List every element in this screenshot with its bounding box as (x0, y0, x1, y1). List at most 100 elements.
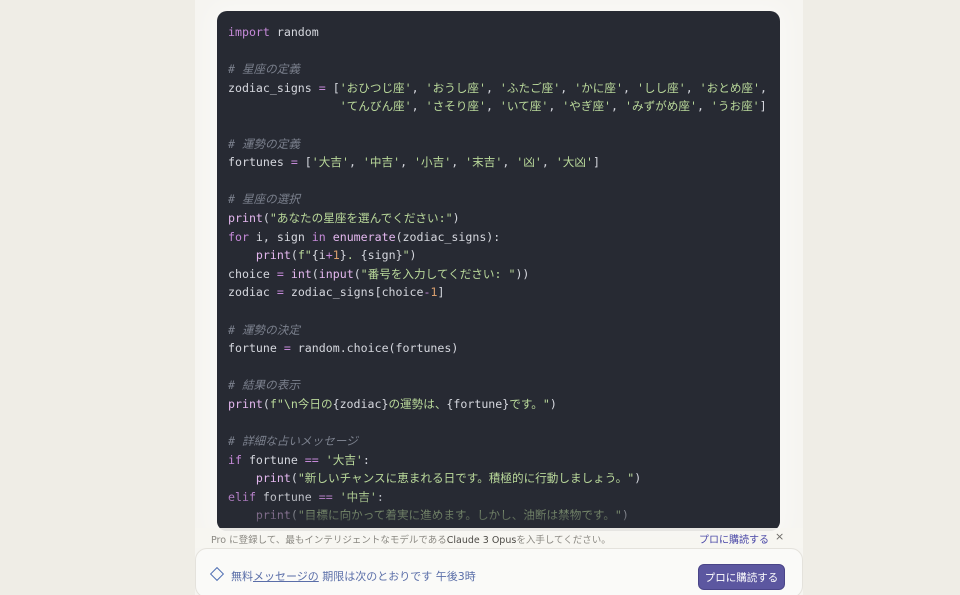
code-line: # 結果の表示 (228, 376, 767, 395)
code-token: fortune (241, 452, 305, 467)
code-token: + (325, 248, 333, 263)
code-token: "新しいチャンスに恵まれる日です。積極的に行動しましょう。" (297, 471, 635, 486)
code-token: # 運勢の定義 (228, 136, 300, 151)
code-token: )) (515, 266, 530, 281)
code-token: ] (437, 285, 445, 300)
code-token: print (255, 248, 291, 263)
code-token: です。" (509, 396, 550, 411)
code-token: ( (262, 210, 270, 225)
code-token: 'おひつじ座' (339, 80, 412, 95)
code-token: input (318, 266, 354, 281)
code-token: '中吉' (339, 489, 377, 504)
code-token: zodiac_signs[choice (283, 285, 424, 300)
code-token: (zodiac_signs): (395, 229, 501, 244)
code-token: for (228, 229, 249, 244)
code-line: if fortune == '大吉': (228, 451, 767, 470)
code-token: ) (549, 396, 557, 411)
pro-banner-message: Pro に登録して、最もインテリジェントなモデルであるClaude 3 Opus… (211, 532, 611, 546)
code-token: , (696, 99, 711, 114)
diamond-info-icon (209, 566, 225, 582)
code-token: enumerate (332, 229, 396, 244)
code-line: # 運勢の定義 (228, 135, 767, 154)
code-line: import random (228, 23, 767, 42)
code-line: fortunes = ['大吉', '中吉', '小吉', '末吉', '凶',… (228, 153, 767, 172)
pro-upgrade-banner: Pro に登録して、最もインテリジェントなモデルであるClaude 3 Opus… (195, 528, 803, 548)
code-token: {sign} (360, 248, 403, 263)
code-token: , (548, 99, 563, 114)
code-block: import random # 星座の定義 zodiac_signs = ['おひ… (217, 11, 780, 531)
code-token: , (485, 80, 500, 95)
code-token: ) (409, 248, 417, 263)
code-token: if (228, 452, 242, 467)
code-token: "番号を入力してください: " (360, 266, 516, 281)
code-token: = (276, 285, 284, 300)
code-token: in (311, 229, 326, 244)
subscribe-pro-link[interactable]: プロに購読する (699, 531, 769, 546)
code-token: fortune (255, 489, 319, 504)
code-token: choice (228, 266, 277, 281)
code-token: ) (452, 210, 460, 225)
code-token: ( (290, 248, 298, 263)
messages-link[interactable]: メッセージの (253, 570, 319, 583)
code-token: , (622, 80, 637, 95)
code-token: , (541, 155, 556, 170)
code-line: elif fortune == '中吉': (228, 488, 767, 507)
code-line: zodiac = zodiac_signs[choice-1] (228, 283, 767, 302)
code-token: {zodiac} (332, 396, 389, 411)
code-token: f" (297, 248, 312, 263)
code-token: 'さそり座' (425, 99, 486, 114)
notice-text: 無料メッセージの 期限は次のとおりです 午後3時 (231, 568, 476, 584)
code-line: print("目標に向かって着実に進めます。しかし、油断は禁物です。") (228, 506, 767, 525)
code-token: 'うお座' (710, 99, 760, 114)
code-token: import (228, 25, 270, 39)
code-token: ] (759, 99, 767, 114)
code-token: '凶' (516, 155, 542, 170)
code-line: print(f"{i+1}. {sign}") (228, 246, 767, 265)
code-token: {fortune} (446, 396, 510, 411)
notice-free: 無料 (231, 570, 253, 583)
code-token: "あなたの星座を選んでください:" (269, 210, 453, 225)
code-token: {i (311, 248, 326, 263)
code-token: , (560, 80, 575, 95)
code-token: print (255, 508, 291, 523)
code-token: print (228, 396, 263, 411)
code-token: # 詳細な占いメッセージ (228, 434, 358, 449)
code-token: " (402, 248, 410, 263)
code-token: 'しし座' (636, 80, 686, 95)
code-token: , (685, 80, 700, 95)
code-token: fortune (228, 341, 284, 356)
free-message-notice: 無料メッセージの 期限は次のとおりです 午後3時 プロに購読する (195, 548, 803, 595)
code-token: [ (297, 155, 312, 170)
code-token: fortunes (228, 155, 291, 170)
code-line: 'てんびん座', 'さそり座', 'いて座', 'やぎ座', 'みずがめ座', … (228, 97, 767, 116)
code-token: ( (262, 396, 270, 411)
code-token: ( (353, 266, 361, 281)
code-token: , (760, 80, 767, 95)
code-token: f"\n今日の (269, 396, 333, 411)
code-token: '大吉' (311, 155, 349, 170)
code-token: = (276, 266, 284, 281)
code-line: # 星座の選択 (228, 190, 767, 209)
code-line: zodiac_signs = ['おひつじ座', 'おうし座', 'ふたご座',… (228, 79, 767, 98)
subscribe-pro-button[interactable]: プロに購読する (698, 564, 785, 590)
code-token: , (411, 80, 426, 95)
code-token: "目標に向かって着実に進めます。しかし、油断は禁物です。" (297, 508, 622, 523)
code-token: 'いて座' (499, 99, 549, 114)
code-token: 'かに座' (574, 80, 623, 95)
code-line: choice = int(input("番号を入力してください: ")) (228, 265, 767, 284)
code-token: = (290, 155, 298, 170)
code-token: '大凶' (555, 155, 593, 170)
close-icon[interactable]: × (775, 530, 784, 543)
code-token: の運勢は、 (388, 396, 447, 411)
notice-limit: 期限は次のとおりです 午後3時 (318, 570, 476, 583)
python-code: import random # 星座の定義 zodiac_signs = ['おひ… (228, 23, 767, 525)
code-token: 'てんびん座' (339, 99, 412, 114)
